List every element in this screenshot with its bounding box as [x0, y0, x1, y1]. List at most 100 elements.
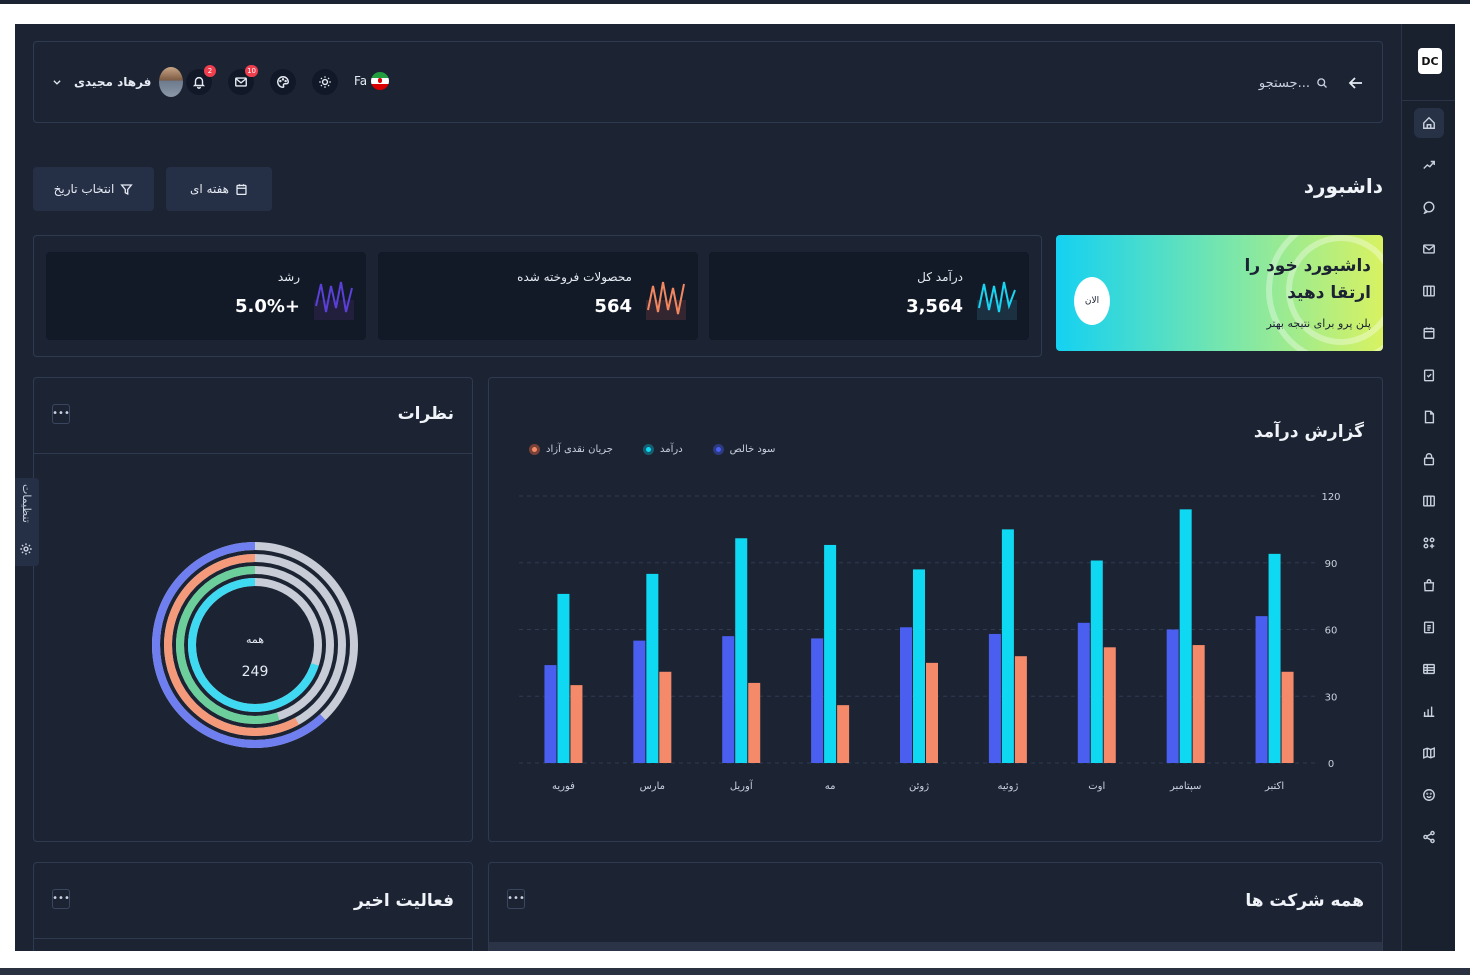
trending-icon: [1423, 160, 1435, 169]
chart-bar: [557, 593, 570, 763]
stats-row: درآمد کل 3,564 محصولات فروخته شده 564 رش…: [33, 235, 1042, 357]
settings-tab[interactable]: تنظیمات: [15, 478, 39, 566]
messages-badge: 10: [245, 65, 258, 77]
light-mode-button[interactable]: [312, 69, 338, 95]
filter-icon: [120, 183, 134, 195]
chart-bar: [1090, 560, 1103, 763]
sidebar-item-invoice[interactable]: [1414, 612, 1444, 642]
calendar-icon: [236, 183, 247, 195]
back-arrow-icon[interactable]: [1348, 75, 1364, 91]
user-menu[interactable]: فرهاد مجیدی: [52, 66, 184, 98]
sidebar-item-tasks[interactable]: [1414, 360, 1444, 390]
clipboard-icon: [1423, 621, 1435, 634]
card-divider: [34, 938, 472, 939]
y-tick-label: 120: [1321, 492, 1340, 503]
radial-center-value: 249: [242, 664, 269, 680]
chart-bar: [748, 682, 761, 763]
smile-icon: [1423, 789, 1435, 801]
sidebar-item-apps[interactable]: [1414, 528, 1444, 558]
mail-icon: [235, 77, 247, 87]
radial-center-label: همه: [246, 633, 264, 646]
sidebar-item-analytics[interactable]: [1414, 150, 1444, 180]
sidebar-item-home[interactable]: [1414, 108, 1444, 138]
card-title: همه شرکت ها: [1245, 891, 1364, 911]
recent-activity-card: فعالیت اخیر •••: [33, 862, 473, 951]
stat-value: 3,564: [906, 296, 963, 317]
search-input[interactable]: جستجو...: [1259, 76, 1328, 91]
sidebar-item-calendar[interactable]: [1414, 318, 1444, 348]
bottom-border: [0, 968, 1470, 975]
top-border: [0, 0, 1470, 4]
chart-bar: [1103, 647, 1116, 763]
sidebar-item-chat[interactable]: [1414, 192, 1444, 222]
shopping-bag-icon: [1423, 579, 1435, 592]
x-tick-label: مارس: [640, 781, 665, 792]
sidebar-item-charts[interactable]: [1414, 696, 1444, 726]
chart-bar: [988, 633, 1001, 763]
language-code: Fa: [354, 74, 368, 88]
more-options-button[interactable]: •••: [52, 404, 70, 424]
chart-bar: [811, 638, 824, 763]
sidebar-item-mail[interactable]: [1414, 234, 1444, 264]
promo-subtitle: پلن پرو برای نتیجه بهتر: [1266, 317, 1371, 330]
sidebar-item-tables[interactable]: [1414, 654, 1444, 684]
more-options-button[interactable]: •••: [507, 889, 525, 909]
chart-bar: [900, 627, 912, 763]
chart-bar: [913, 569, 925, 763]
sidebar-item-maps[interactable]: [1414, 738, 1444, 768]
chart-bar: [926, 662, 938, 763]
bell-icon: [192, 76, 206, 89]
y-tick-label: 30: [1325, 692, 1338, 703]
dashboard-app: DC جستجو... فرهاد مجیدی 2 10 Fa داشبورد …: [15, 24, 1455, 951]
x-tick-label: آوریل: [730, 779, 754, 792]
chart-bar: [544, 665, 557, 763]
language-selector[interactable]: Fa: [354, 72, 390, 90]
theme-palette-button[interactable]: [270, 69, 296, 95]
notifications-badge: 2: [204, 65, 216, 77]
chevron-down-icon[interactable]: [52, 77, 62, 87]
chart-bar: [837, 705, 850, 763]
user-profile[interactable]: فرهاد مجیدی: [74, 67, 184, 97]
sidebar-item-shop[interactable]: [1414, 570, 1444, 600]
y-tick-label: 0: [1328, 759, 1334, 770]
y-tick-label: 90: [1325, 559, 1338, 570]
sparkline-icon: [646, 281, 686, 320]
chart-bar: [824, 544, 837, 763]
chart-bar: [1166, 629, 1179, 763]
more-options-button[interactable]: •••: [52, 889, 70, 909]
sidebar-item-files[interactable]: [1414, 402, 1444, 432]
sparkline-icon: [977, 281, 1017, 320]
gear-icon: [20, 543, 32, 555]
sidebar-item-board[interactable]: [1414, 486, 1444, 516]
notifications-button[interactable]: 2: [186, 65, 216, 95]
weekly-filter-button[interactable]: هفته ای: [166, 167, 272, 211]
messages-button[interactable]: 10: [228, 65, 258, 95]
date-filter-button[interactable]: انتخاب تاریخ: [33, 167, 154, 211]
chart-bar: [1281, 671, 1294, 763]
user-name: فرهاد مجیدی: [74, 75, 152, 89]
sidebar-item-kanban[interactable]: [1414, 276, 1444, 306]
upgrade-now-button[interactable]: الان: [1074, 277, 1110, 325]
x-tick-label: ژوئیه: [997, 781, 1018, 792]
app-logo[interactable]: DC: [1418, 48, 1442, 74]
calendar-icon: [1423, 327, 1435, 339]
reviews-card: نظرات ••• همه 249: [33, 377, 473, 842]
chart-bar: [659, 671, 672, 763]
card-divider: [34, 453, 472, 454]
sidebar-item-security[interactable]: [1414, 444, 1444, 474]
top-navbar: جستجو... فرهاد مجیدی 2 10 Fa: [33, 41, 1383, 123]
x-tick-label: ژوئن: [909, 781, 929, 792]
search-icon: [1317, 78, 1327, 88]
y-tick-label: 60: [1325, 626, 1338, 637]
date-filter-label: انتخاب تاریخ: [53, 182, 115, 196]
mail-icon: [1423, 244, 1435, 254]
stat-card-products-sold: محصولات فروخته شده 564: [378, 252, 698, 340]
chart-bar: [1077, 622, 1090, 763]
card-title: نظرات: [397, 404, 454, 424]
card-title: فعالیت اخیر: [354, 891, 454, 911]
sidebar-item-share[interactable]: [1414, 822, 1444, 852]
avatar[interactable]: [159, 67, 184, 97]
stat-label: محصولات فروخته شده: [517, 270, 632, 284]
x-tick-label: فوریه: [552, 781, 575, 792]
sidebar-item-emoji[interactable]: [1414, 780, 1444, 810]
